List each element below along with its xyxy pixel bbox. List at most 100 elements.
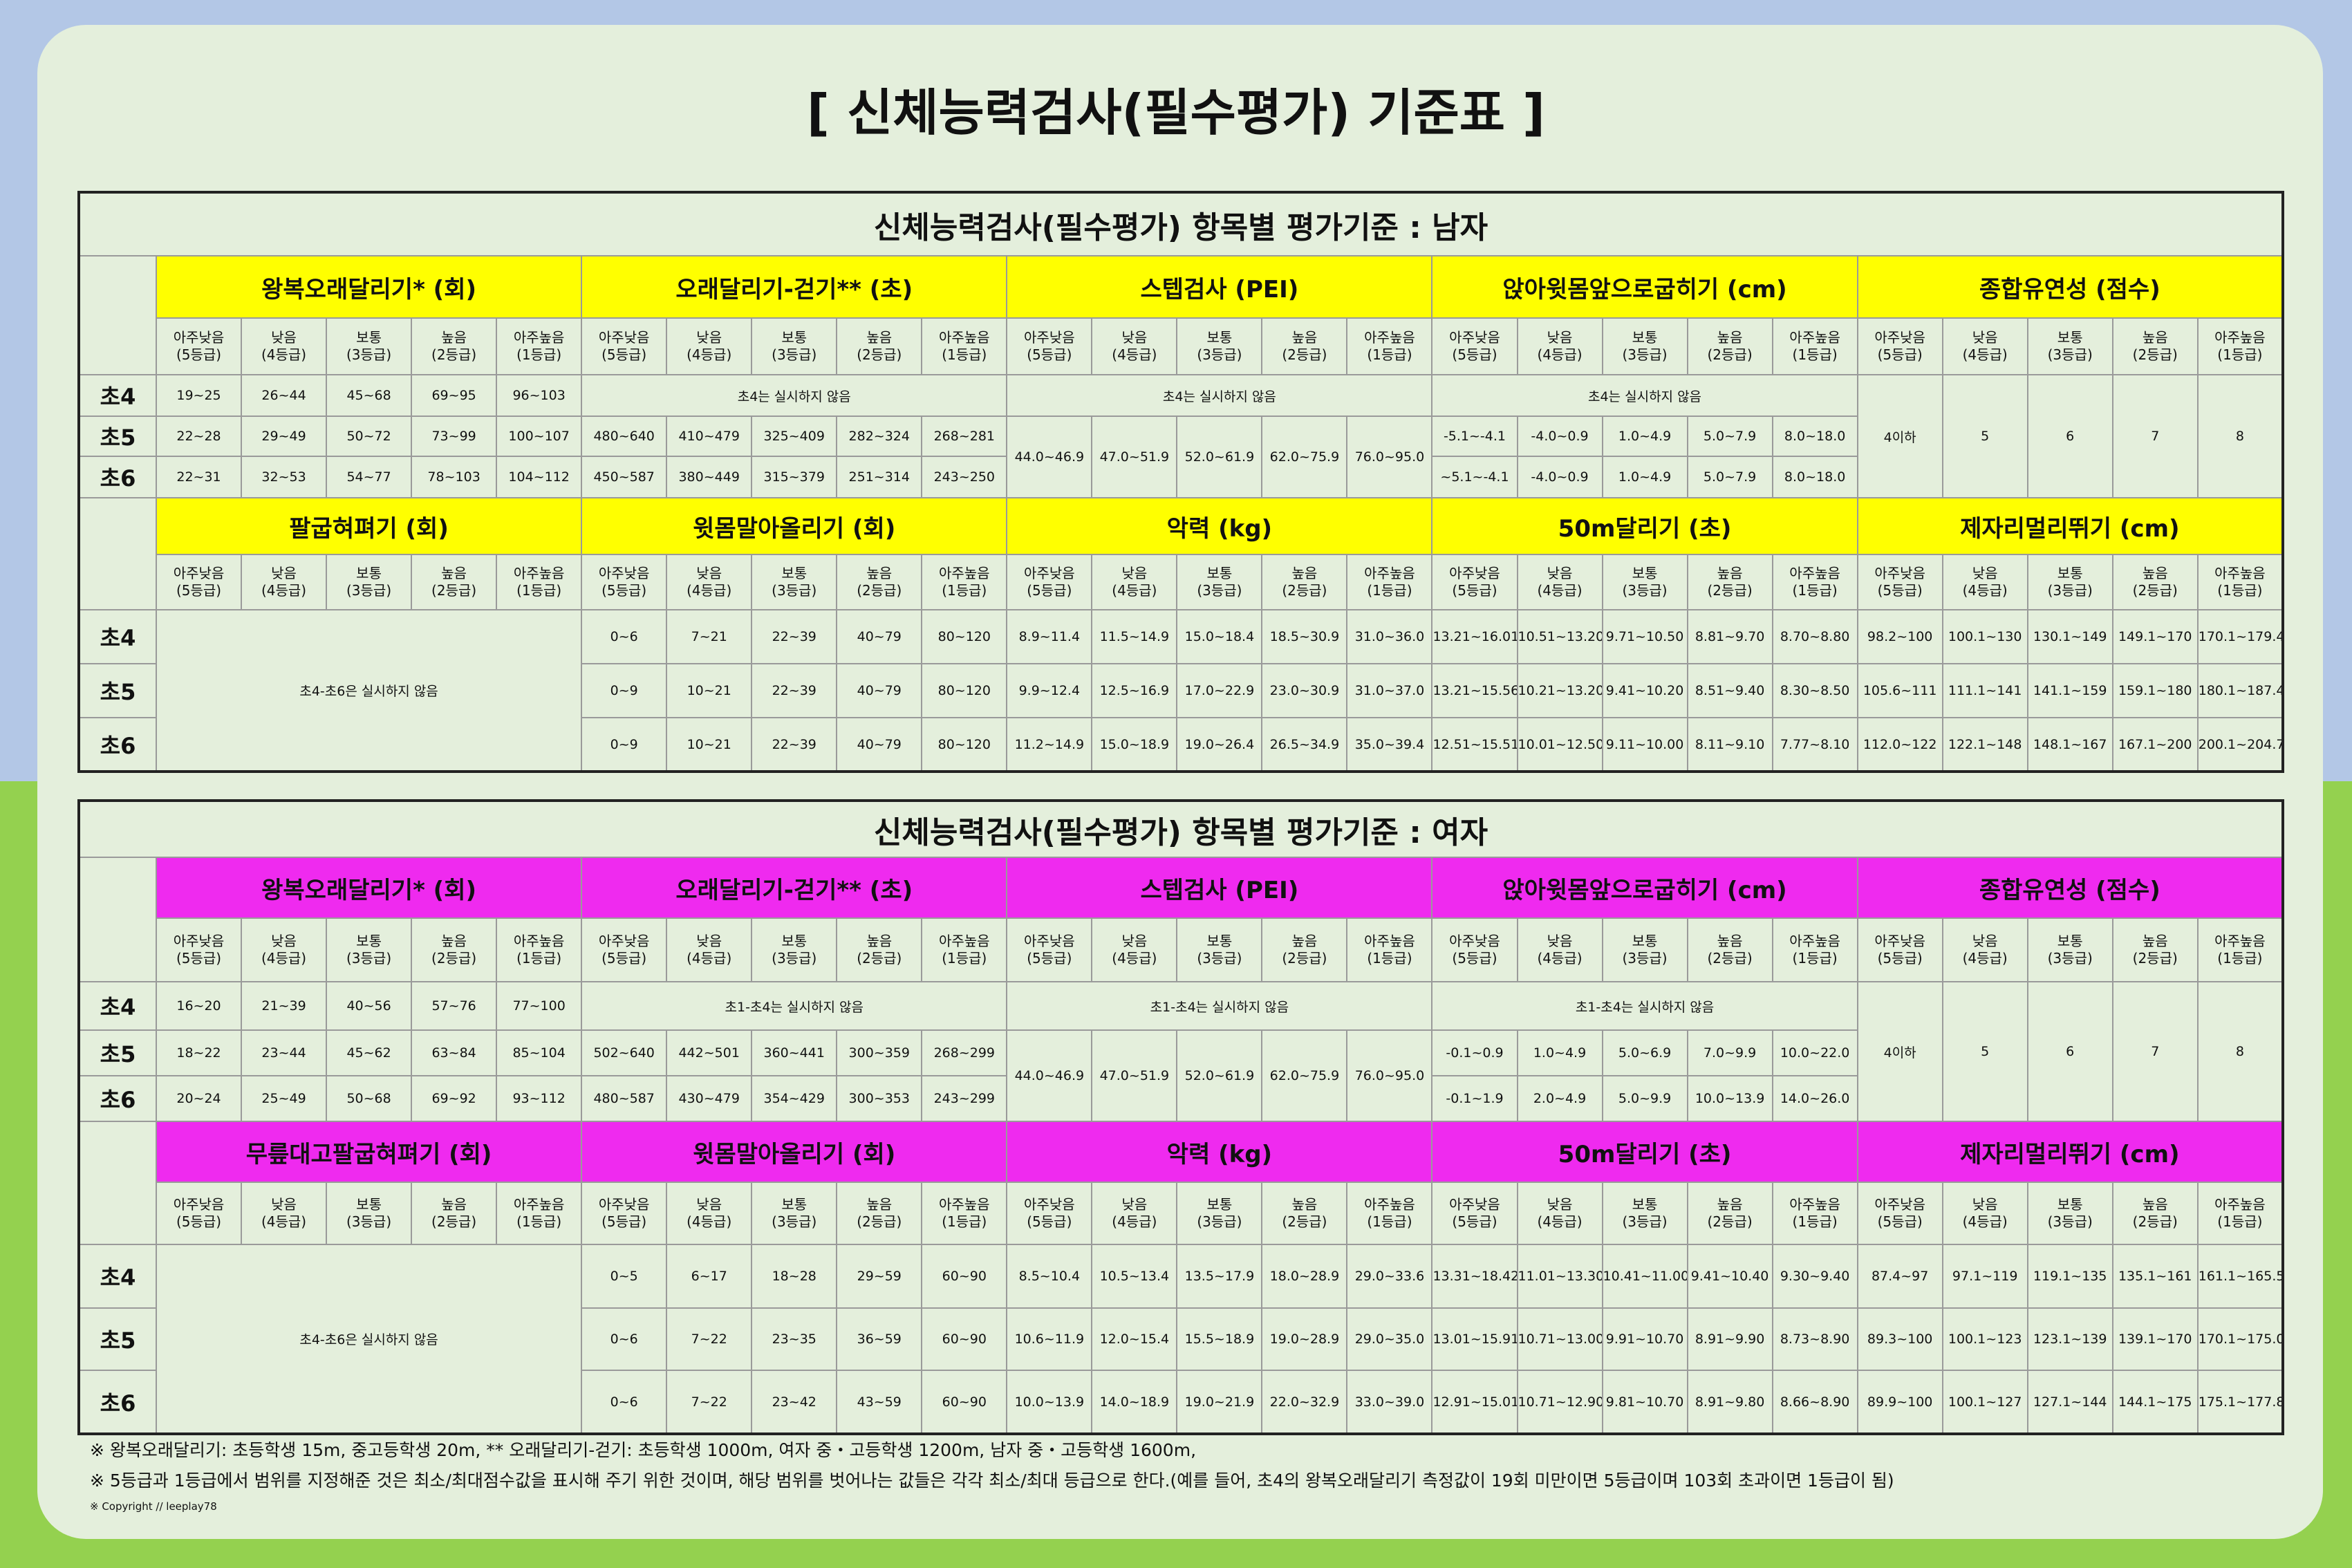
grip-strength-value: 10.0~13.9	[1006, 1370, 1093, 1435]
grade-label: 보통 (3등급)	[326, 1182, 413, 1245]
sit-reach-value: 14.0~26.0	[1771, 1075, 1858, 1122]
curl-up-value: 0~6	[581, 1370, 668, 1435]
grade-label: 아주낮음 (5등급)	[1431, 1182, 1518, 1245]
grade-label: 높음 (2등급)	[1686, 917, 1773, 982]
not-conducted-note: 초1-초4는 실시하지 않음	[1431, 981, 1858, 1031]
grip-strength-value: 18.5~30.9	[1261, 609, 1348, 664]
shuttle-run-value: 25~49	[241, 1075, 328, 1122]
grade-header-row: 아주낮음 (5등급) 낮음 (4등급) 보통 (3등급) 높음 (2등급) 아주높음 (1등급) 아…	[79, 917, 2284, 982]
grade-label: 낮음 (4등급)	[1516, 1182, 1603, 1245]
sit-reach-value: -5.1~-4.1	[1431, 416, 1518, 457]
dash-50m-value: 8.30~8.50	[1771, 663, 1858, 718]
category-header-row: 왕복오래달리기* (회) 오래달리기-걷기** (초) 스텝검사 (PEI) 앉아윗몸…	[78, 857, 2284, 982]
sit-reach-value: 10.0~13.9	[1686, 1075, 1773, 1122]
category-header: 무릎대고팔굽혀펴기 (회)	[155, 1121, 583, 1183]
long-jump-value: 130.1~149	[2026, 609, 2113, 664]
category-header: 악력 (kg)	[1006, 497, 1433, 555]
grade-label: 낮음 (4등급)	[1516, 317, 1603, 375]
grade-label: 낮음 (4등급)	[1516, 917, 1603, 982]
shuttle-run-value: 20~24	[155, 1075, 243, 1122]
grip-strength-value: 11.2~14.9	[1006, 717, 1093, 772]
flexibility-value: 7	[2111, 374, 2199, 498]
school-grade-label: 초5	[78, 663, 157, 718]
shuttle-run-value: 40~56	[326, 981, 413, 1031]
curl-up-value: 6~17	[666, 1244, 753, 1309]
grip-strength-value: 10.6~11.9	[1006, 1307, 1093, 1371]
long-jump-value: 148.1~167	[2026, 717, 2113, 772]
grade-label: 아주낮음 (5등급)	[155, 917, 243, 982]
long-jump-value: 127.1~144	[2026, 1370, 2113, 1435]
grade-label: 낮음 (4등급)	[1516, 554, 1603, 610]
dash-50m-value: 12.91~15.01	[1431, 1370, 1518, 1435]
sit-reach-value: 5.0~9.9	[1601, 1075, 1688, 1122]
school-grade-label: 초6	[78, 1370, 157, 1435]
curl-up-value: 0~6	[581, 1307, 668, 1371]
dash-50m-value: 9.30~9.40	[1771, 1244, 1858, 1309]
shuttle-run-value: 45~62	[326, 1029, 413, 1076]
sit-reach-value: -0.1~1.9	[1431, 1075, 1518, 1122]
sit-reach-value: 5.0~7.9	[1686, 456, 1773, 498]
step-test-value: 76.0~95.0	[1346, 416, 1433, 498]
step-test-value: 47.0~51.9	[1091, 1029, 1178, 1122]
shuttle-run-value: 69~92	[411, 1075, 498, 1122]
shuttle-run-value: 29~49	[241, 416, 328, 457]
school-grade-label: 초4	[78, 374, 157, 417]
grade-label: 보통 (3등급)	[1176, 917, 1263, 982]
school-grade-label: 초5	[78, 1029, 157, 1076]
grade-label: 낮음 (4등급)	[1091, 917, 1178, 982]
grade-label: 아주높음 (1등급)	[496, 1182, 583, 1245]
category-header: 앉아윗몸앞으로굽히기 (cm)	[1431, 255, 1858, 319]
shuttle-run-value: 50~72	[326, 416, 413, 457]
dash-50m-value: 8.73~8.90	[1771, 1307, 1858, 1371]
not-conducted-note: 초4-초6은 실시하지 않음	[155, 609, 583, 772]
long-jump-value: 139.1~170	[2111, 1307, 2199, 1371]
grade-label: 높음 (2등급)	[2111, 317, 2199, 375]
grade-label: 아주높음 (1등급)	[1771, 317, 1858, 375]
grade-label: 낮음 (4등급)	[241, 1182, 328, 1245]
shuttle-run-value: 78~103	[411, 456, 498, 498]
grade-label: 아주높음 (1등급)	[1346, 554, 1433, 610]
long-jump-value: 161.1~165.5	[2196, 1244, 2284, 1309]
long-jump-value: 135.1~161	[2111, 1244, 2199, 1309]
grade-label: 아주높음 (1등급)	[1346, 917, 1433, 982]
run-walk-value: 360~441	[751, 1029, 838, 1076]
grip-strength-value: 10.5~13.4	[1091, 1244, 1178, 1309]
grade-label: 높음 (2등급)	[836, 917, 923, 982]
grade-label: 낮음 (4등급)	[1941, 1182, 2028, 1245]
category-header: 제자리멀리뛰기 (cm)	[1856, 1121, 2284, 1183]
grade-label: 아주낮음 (5등급)	[155, 554, 243, 610]
category-header-row: 팔굽혀펴기 (회) 윗몸말아올리기 (회) 악력 (kg) 50m달리기 (초) 제자리…	[78, 497, 2284, 610]
shuttle-run-value: 96~103	[496, 374, 583, 417]
female-standards-table: 신체능력검사(필수평가) 항목별 평가기준 : 여자 왕복오래달리기* (회) 오래…	[77, 799, 2284, 1435]
grade-label: 보통 (3등급)	[1601, 917, 1688, 982]
category-header-row: 무릎대고팔굽혀펴기 (회) 윗몸말아올리기 (회) 악력 (kg) 50m달리기 (초…	[78, 1121, 2284, 1245]
school-grade-label: 초6	[78, 717, 157, 772]
dash-50m-value: 8.81~9.70	[1686, 609, 1773, 664]
grade-label: 아주높음 (1등급)	[2196, 554, 2284, 610]
grade-label: 아주높음 (1등급)	[1346, 317, 1433, 375]
category-header: 왕복오래달리기* (회)	[155, 255, 583, 319]
flexibility-value: 7	[2111, 981, 2199, 1122]
grip-strength-value: 18.0~28.9	[1261, 1244, 1348, 1309]
grade-label: 아주낮음 (5등급)	[155, 317, 243, 375]
curl-up-value: 60~90	[921, 1370, 1008, 1435]
step-test-value: 44.0~46.9	[1006, 416, 1093, 498]
run-walk-value: 410~479	[666, 416, 753, 457]
run-walk-value: 450~587	[581, 456, 668, 498]
category-header: 50m달리기 (초)	[1431, 1121, 1858, 1183]
curl-up-value: 80~120	[921, 717, 1008, 772]
not-conducted-note: 초1-초4는 실시하지 않음	[1006, 981, 1433, 1031]
curl-up-value: 40~79	[836, 609, 923, 664]
dash-50m-value: 10.71~13.00	[1516, 1307, 1603, 1371]
grade-label: 높음 (2등급)	[1686, 1182, 1773, 1245]
long-jump-value: 100.1~130	[1941, 609, 2028, 664]
dash-50m-value: 8.91~9.90	[1686, 1307, 1773, 1371]
shuttle-run-value: 16~20	[155, 981, 243, 1031]
grade-header-row: 아주낮음 (5등급) 낮음 (4등급) 보통 (3등급) 높음 (2등급) 아주높음 (1등급) 아…	[79, 1182, 2284, 1245]
run-walk-value: 442~501	[666, 1029, 753, 1076]
grade-header-row: 아주낮음 (5등급) 낮음 (4등급) 보통 (3등급) 높음 (2등급) 아주높음 (1등급) 아…	[79, 554, 2284, 610]
grade-label: 높음 (2등급)	[1686, 554, 1773, 610]
corner-blank	[78, 857, 157, 982]
grade-label: 아주낮음 (5등급)	[1006, 917, 1093, 982]
step-test-value: 47.0~51.9	[1091, 416, 1178, 498]
